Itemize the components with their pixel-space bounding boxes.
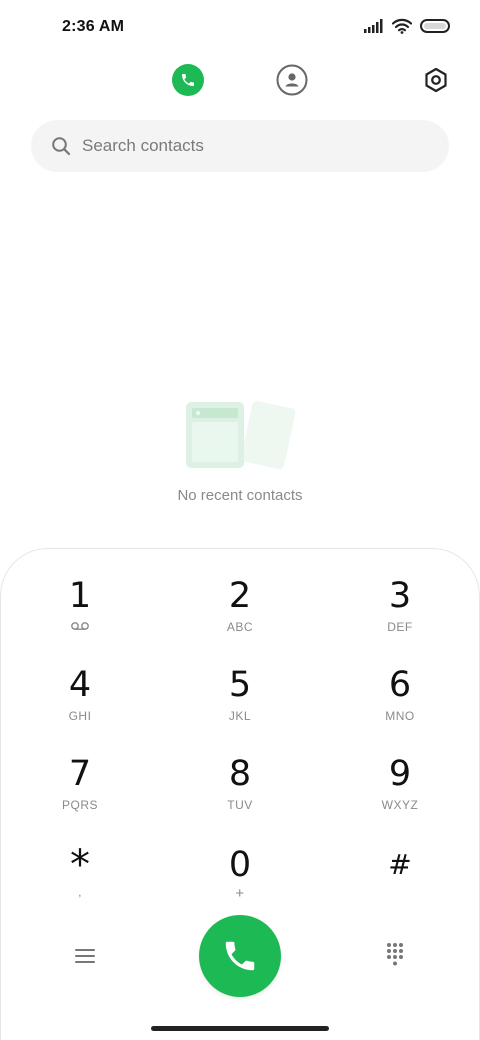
key-digit: 0 (228, 845, 252, 885)
status-time: 2:36 AM (62, 18, 125, 35)
key-5[interactable]: 5 JKL (180, 665, 300, 741)
key-letters: PQRS (61, 798, 98, 812)
key-1[interactable]: 1 (20, 576, 140, 652)
key-letters: ABC (226, 620, 254, 634)
key-6[interactable]: 6 MNO (340, 665, 460, 741)
key-digit: 2 (228, 576, 252, 616)
key-2[interactable]: 2 ABC (180, 576, 300, 652)
key-digit: 3 (388, 576, 412, 616)
empty-state-text: No recent contacts (177, 487, 303, 504)
call-button[interactable] (199, 915, 281, 997)
key-letters: TUV (227, 798, 253, 812)
dialpad-toggle-button[interactable] (383, 941, 407, 969)
key-digit: 5 (228, 665, 252, 705)
menu-button[interactable] (72, 944, 98, 968)
key-digit: 8 (228, 754, 252, 794)
key-digit: # (388, 848, 412, 881)
settings-button[interactable] (422, 66, 450, 94)
search-input[interactable] (82, 136, 382, 156)
tab-recents[interactable] (172, 64, 204, 96)
key-letters: MNO (385, 709, 415, 723)
menu-icon (75, 949, 95, 963)
key-8[interactable]: 8 TUV (180, 754, 300, 830)
phone-icon (225, 941, 255, 971)
key-digit: 4 (68, 665, 92, 705)
empty-contacts-illustration (186, 401, 296, 469)
key-digit: 9 (388, 754, 412, 794)
key-digit: 7 (68, 754, 92, 794)
status-icons (364, 18, 450, 34)
person-icon (276, 64, 308, 96)
signal-icon (364, 19, 383, 33)
key-digit: 6 (388, 665, 412, 705)
tab-contacts[interactable] (276, 64, 308, 96)
key-star[interactable]: * , (20, 845, 140, 921)
search-bar[interactable] (31, 120, 449, 172)
key-3[interactable]: 3 DEF (340, 576, 460, 652)
status-bar: 2:36 AM (0, 0, 480, 56)
key-hash[interactable]: # (340, 845, 460, 921)
key-letters: JKL (228, 709, 252, 723)
phone-icon (182, 74, 194, 86)
home-indicator[interactable] (151, 1026, 329, 1031)
key-9[interactable]: 9 WXYZ (340, 754, 460, 830)
key-letters: + (235, 885, 245, 902)
key-digit: * (70, 842, 90, 888)
key-7[interactable]: 7 PQRS (20, 754, 140, 830)
search-icon (51, 136, 71, 156)
key-letters: , (78, 885, 82, 899)
key-0[interactable]: 0 + (180, 845, 300, 921)
wifi-icon (392, 18, 412, 34)
key-letters: DEF (387, 620, 413, 634)
key-letters: GHI (68, 709, 92, 723)
battery-icon (420, 19, 450, 33)
voicemail-icon (71, 622, 89, 630)
key-letters: WXYZ (381, 798, 419, 812)
gear-icon (425, 67, 447, 93)
key-4[interactable]: 4 GHI (20, 665, 140, 741)
dialpad-icon (387, 943, 403, 966)
key-digit: 1 (68, 576, 92, 616)
